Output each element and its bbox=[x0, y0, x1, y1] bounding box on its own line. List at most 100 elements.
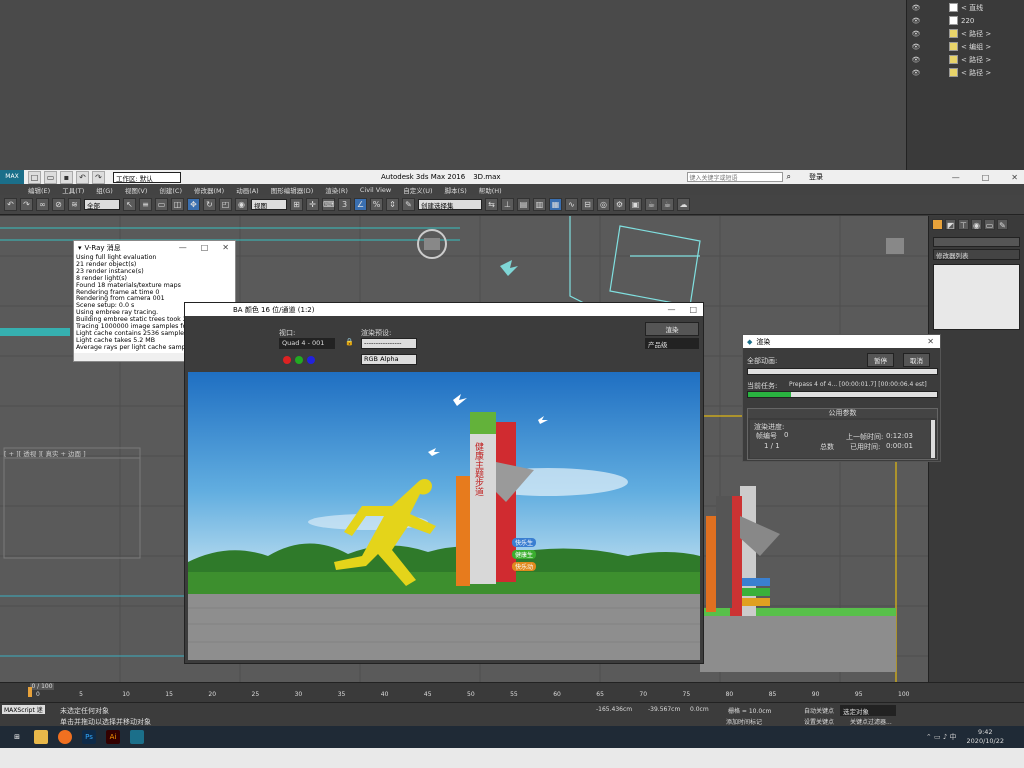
angle-snap-icon[interactable]: ∠ bbox=[354, 198, 367, 211]
viewport-label[interactable]: [ + ][ 透视 ][ 真实 + 边面 ] bbox=[4, 448, 86, 458]
timeline[interactable]: 0 / 100 0 5 10 15 20 25 30 35 40 45 50 55 60 65 70 75 80… bbox=[0, 682, 1024, 702]
add-time-tag[interactable]: 添加时间标记 bbox=[726, 717, 762, 726]
time-slider-range[interactable]: 0 / 100 bbox=[30, 683, 54, 690]
create-tab-icon[interactable] bbox=[932, 219, 943, 230]
modify-tab-icon[interactable]: ◩ bbox=[945, 219, 956, 230]
undo-icon[interactable]: ↶ bbox=[4, 198, 17, 211]
menu-item[interactable]: 编辑(E) bbox=[28, 185, 50, 195]
layer-explorer-icon[interactable]: ▤ bbox=[517, 198, 530, 211]
render-preset-dropdown[interactable]: ---------------- bbox=[361, 338, 417, 349]
channel-dropdown[interactable]: RGB Alpha bbox=[361, 354, 417, 365]
layer-row[interactable]: 👁 < 路径 > bbox=[907, 27, 1024, 40]
schematic-view-icon[interactable]: ⊟ bbox=[581, 198, 594, 211]
file-explorer-icon[interactable] bbox=[34, 730, 48, 744]
eye-icon[interactable]: 👁 bbox=[907, 56, 925, 64]
place-icon[interactable]: ◉ bbox=[235, 198, 248, 211]
menu-item[interactable]: 图形编辑器(D) bbox=[271, 185, 314, 195]
select-rotate-icon[interactable]: ↻ bbox=[203, 198, 216, 211]
menu-item[interactable]: 视图(V) bbox=[125, 185, 148, 195]
maximize-icon[interactable]: □ bbox=[689, 305, 697, 314]
eye-icon[interactable]: 👁 bbox=[907, 4, 925, 12]
named-selection-set-dropdown[interactable]: 创建选择集 bbox=[418, 199, 482, 210]
red-channel-icon[interactable] bbox=[283, 356, 291, 364]
layer-row[interactable]: 👁 220 bbox=[907, 14, 1024, 27]
render-production-icon[interactable]: ☕ bbox=[645, 198, 658, 211]
window-crossing-icon[interactable]: ◫ bbox=[171, 198, 184, 211]
coord-z[interactable]: 0.0cm bbox=[690, 706, 709, 713]
blue-channel-icon[interactable] bbox=[307, 356, 315, 364]
new-file-icon[interactable]: □ bbox=[28, 170, 41, 184]
pause-button[interactable]: 暂停 bbox=[867, 353, 894, 367]
menu-item[interactable]: 工具(T) bbox=[62, 185, 84, 195]
render-progress-titlebar[interactable]: ◆ 渲染 ✕ bbox=[743, 335, 940, 348]
layer-row[interactable]: 👁 < 编组 > bbox=[907, 40, 1024, 53]
tray-icons[interactable]: ⌃ ▭ ♪ 中 bbox=[926, 732, 957, 742]
eye-icon[interactable]: 👁 bbox=[907, 30, 925, 38]
layer-row[interactable]: 👁 < 路径 > bbox=[907, 66, 1024, 79]
object-name-field[interactable] bbox=[933, 237, 1020, 247]
minimize-icon[interactable]: — bbox=[179, 243, 187, 252]
percent-snap-icon[interactable]: % bbox=[370, 198, 383, 211]
spinner-snap-icon[interactable]: ⇕ bbox=[386, 198, 399, 211]
browser-icon[interactable] bbox=[58, 730, 72, 744]
eye-icon[interactable]: 👁 bbox=[907, 43, 925, 51]
illustrator-icon[interactable]: Ai bbox=[106, 730, 120, 744]
viewport-dropdown[interactable]: Quad 4 - 001 bbox=[279, 338, 335, 349]
set-key-button[interactable]: 设置关键点 bbox=[804, 717, 834, 726]
toggle-layer-icon[interactable]: ▦ bbox=[549, 198, 562, 211]
snaps-toggle-icon[interactable]: 3 bbox=[338, 198, 351, 211]
keyboard-shortcut-icon[interactable]: ⌨ bbox=[322, 198, 335, 211]
display-tab-icon[interactable]: ▭ bbox=[984, 219, 995, 230]
app-logo[interactable]: MAX bbox=[0, 170, 24, 184]
pivot-icon[interactable]: ⊞ bbox=[290, 198, 303, 211]
redo-icon[interactable]: ↷ bbox=[92, 170, 105, 184]
render-in-cloud-icon[interactable]: ☁ bbox=[677, 198, 690, 211]
select-by-name-icon[interactable]: ≡ bbox=[139, 198, 152, 211]
eye-icon[interactable]: 👁 bbox=[907, 17, 925, 25]
top-viewport[interactable] bbox=[0, 0, 906, 170]
utilities-tab-icon[interactable]: ✎ bbox=[997, 219, 1008, 230]
workspace-dropdown[interactable]: 工作区: 默认 bbox=[113, 171, 181, 183]
motion-tab-icon[interactable]: ◉ bbox=[971, 219, 982, 230]
reference-coord-dropdown[interactable]: 视图 bbox=[251, 199, 287, 210]
menu-item[interactable]: 动画(A) bbox=[236, 185, 259, 195]
minimize-icon[interactable]: — bbox=[667, 305, 675, 314]
modifier-list-dropdown[interactable]: 修改器列表 bbox=[933, 249, 1020, 260]
undo-icon[interactable]: ↶ bbox=[76, 170, 89, 184]
mirror-icon[interactable]: ⇆ bbox=[485, 198, 498, 211]
maximize-icon[interactable]: □ bbox=[982, 173, 990, 182]
close-icon[interactable]: ✕ bbox=[1011, 173, 1018, 182]
rollout-title[interactable]: 公用参数 bbox=[748, 409, 937, 418]
select-object-icon[interactable]: ↖ bbox=[123, 198, 136, 211]
close-icon[interactable]: ✕ bbox=[927, 337, 934, 346]
search-input[interactable]: 键入关键字或短语 bbox=[686, 172, 783, 182]
render-setup-icon[interactable]: ⚙ bbox=[613, 198, 626, 211]
rollout-scrollbar[interactable] bbox=[931, 420, 935, 458]
frame-window-titlebar[interactable]: BA 颜色 16 位/通道 (1:2) — □ bbox=[185, 303, 703, 316]
redo-icon[interactable]: ↷ bbox=[20, 198, 33, 211]
hierarchy-tab-icon[interactable]: ⊤ bbox=[958, 219, 969, 230]
menu-item[interactable]: 创建(C) bbox=[159, 185, 182, 195]
menu-item[interactable]: Civil View bbox=[360, 186, 391, 194]
menu-item[interactable]: 修改器(M) bbox=[194, 185, 224, 195]
vray-window-titlebar[interactable]: ▾ V-Ray 消息 — □ ✕ bbox=[74, 241, 235, 254]
menu-item[interactable]: 渲染(R) bbox=[325, 185, 348, 195]
edit-named-selection-icon[interactable]: ✎ bbox=[402, 198, 415, 211]
green-channel-icon[interactable] bbox=[295, 356, 303, 364]
rendered-frame-window-icon[interactable]: ▣ bbox=[629, 198, 642, 211]
coord-x[interactable]: -165.436cm bbox=[596, 706, 632, 713]
link-icon[interactable]: ∞ bbox=[36, 198, 49, 211]
render-iterative-icon[interactable]: ☕ bbox=[661, 198, 674, 211]
material-editor-icon[interactable]: ◎ bbox=[597, 198, 610, 211]
rect-selection-icon[interactable]: ▭ bbox=[155, 198, 168, 211]
render-button[interactable]: 渲染 bbox=[645, 322, 699, 336]
maximize-icon[interactable]: □ bbox=[201, 243, 209, 252]
curve-editor-icon[interactable]: ∿ bbox=[565, 198, 578, 211]
auto-key-button[interactable]: 自动关键点 bbox=[804, 706, 834, 715]
select-scale-icon[interactable]: ◰ bbox=[219, 198, 232, 211]
menu-item[interactable]: 自定义(U) bbox=[403, 185, 432, 195]
eye-icon[interactable]: 👁 bbox=[907, 69, 925, 77]
layer-row[interactable]: 👁 < 直线 bbox=[907, 1, 1024, 14]
bind-space-warp-icon[interactable]: ≋ bbox=[68, 198, 81, 211]
menu-item[interactable]: 帮助(H) bbox=[479, 185, 502, 195]
